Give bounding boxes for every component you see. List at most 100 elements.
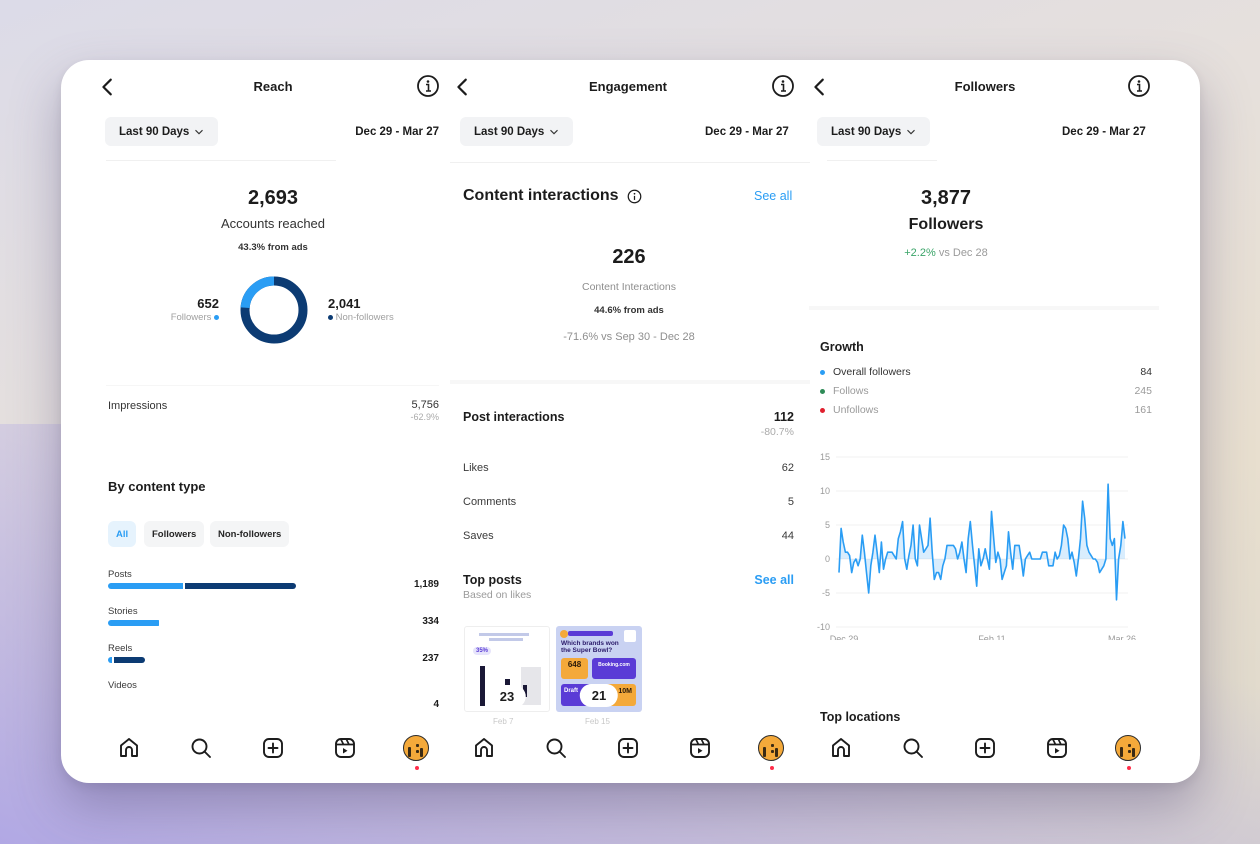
search-icon [546, 738, 566, 758]
by-content-type-title: By content type [108, 479, 206, 494]
growth-line-chart: 15 10 5 0 -5 -10Dec 29 Feb 11 Mar 26 [817, 452, 1136, 640]
impressions-change: -62.9% [410, 412, 439, 422]
ads-note: 43.3% from ads [238, 242, 308, 253]
post-interactions-value: 112 [773, 410, 794, 424]
y-tick-label: 5 [825, 520, 830, 530]
avatar-mark [771, 750, 774, 753]
post-date: Feb 7 [493, 717, 514, 726]
content-type-label: Reels [108, 643, 133, 654]
nav-home-button[interactable] [828, 735, 854, 761]
nav-reels-button[interactable] [1044, 735, 1070, 761]
avatar-mark [420, 748, 423, 757]
saves-value: 44 [781, 530, 794, 542]
likes-label: Likes [463, 462, 489, 474]
content-interactions-heading: Content interactions [463, 187, 642, 205]
content-type-value: 1,189 [413, 579, 439, 590]
info-button[interactable] [771, 74, 795, 98]
section-divider [450, 380, 810, 384]
avatar-mark [1132, 748, 1135, 757]
nav-reels-button[interactable] [687, 735, 713, 761]
thumb-logo [560, 630, 568, 638]
back-button[interactable] [452, 76, 474, 98]
legend-value: 161 [1134, 404, 1152, 416]
info-button[interactable] [1127, 74, 1151, 98]
date-range-dropdown[interactable]: Last 90 Days [817, 117, 931, 146]
back-button[interactable] [809, 76, 831, 98]
avatar-mark [763, 747, 766, 757]
content-type-value: 4 [433, 699, 439, 710]
legend-value: 84 [1140, 366, 1152, 378]
nav-home-button[interactable] [116, 735, 142, 761]
see-all-posts-link[interactable]: See all [754, 573, 794, 587]
profile-avatar[interactable] [758, 735, 784, 761]
nav-create-button[interactable] [972, 735, 998, 761]
legend-label: Follows [833, 385, 869, 397]
info-icon [772, 75, 794, 97]
reels-icon [690, 738, 710, 758]
engagement-panel: Engagement Last 90 Days Dec 29 - Mar 27 … [445, 60, 815, 783]
content-type-label: Stories [108, 606, 138, 617]
create-icon [618, 738, 638, 758]
y-tick-label: 15 [820, 452, 830, 462]
accounts-reached-label: Accounts reached [220, 216, 326, 231]
nav-reels-button[interactable] [332, 735, 358, 761]
nav-search-button[interactable] [543, 735, 569, 761]
ads-note: 44.6% from ads [594, 305, 664, 316]
non-followers-legend: 2,041 Non-followers [328, 296, 438, 323]
growth-legend-item[interactable]: Follows 245 [820, 385, 1152, 397]
nav-home-button[interactable] [471, 735, 497, 761]
info-button[interactable] [416, 74, 440, 98]
bar-segment-non-followers [114, 657, 146, 663]
post-like-count: 23 [487, 685, 527, 708]
nav-search-button[interactable] [188, 735, 214, 761]
date-range-dropdown[interactable]: Last 90 Days [105, 117, 219, 146]
page-title: Followers [954, 79, 1016, 94]
legend-label: Unfollows [833, 404, 879, 416]
filter-chip-followers[interactable]: Followers [144, 521, 205, 547]
thumb-stat: 35% [473, 647, 492, 655]
content-type-bar [108, 583, 296, 589]
info-icon[interactable] [627, 189, 642, 204]
bar-segment-followers [108, 620, 159, 626]
non-followers-dot-icon [328, 314, 333, 320]
profile-avatar[interactable] [403, 735, 429, 761]
back-button[interactable] [97, 76, 119, 98]
followers-count: 3,877 [920, 187, 972, 209]
followers-change-suffix: vs Dec 28 [938, 247, 988, 259]
date-range-text: Dec 29 - Mar 27 [705, 126, 789, 138]
filter-chip-all[interactable]: All [108, 521, 137, 547]
legend-dot-icon [820, 407, 825, 413]
top-post-1[interactable]: 35% 23 [464, 626, 550, 712]
engagement-header: Engagement [445, 72, 815, 102]
nav-create-button[interactable] [260, 735, 286, 761]
growth-legend-item[interactable]: Overall followers 84 [820, 366, 1152, 378]
avatar-mark [771, 744, 774, 747]
thumb-title-bar [479, 633, 529, 636]
post-interactions-change: -80.7% [760, 426, 794, 438]
see-all-link[interactable]: See all [754, 189, 792, 203]
top-post-2[interactable]: Which brands won the Super Bowl? 648 Boo… [556, 626, 642, 712]
content-type-value: 334 [422, 616, 439, 627]
comments-label: Comments [463, 496, 517, 508]
followers-count: 652 [197, 296, 219, 311]
divider [450, 162, 810, 163]
date-range-label: Last 90 Days [119, 125, 190, 138]
date-range-text: Dec 29 - Mar 27 [1062, 126, 1146, 138]
y-tick-label: -10 [817, 622, 830, 632]
bar-segment-followers [108, 583, 184, 589]
date-range-dropdown[interactable]: Last 90 Days [460, 117, 574, 146]
followers-panel: Followers Last 90 Days Dec 29 - Mar 27 3… [802, 60, 1200, 783]
thumb-title-bar [489, 638, 523, 641]
non-followers-label: Non-followers [335, 312, 394, 323]
nav-create-button[interactable] [615, 735, 641, 761]
x-tick-label: Feb 11 [978, 634, 1005, 640]
filter-chip-non-followers[interactable]: Non-followers [210, 521, 290, 547]
chevron-down-icon [907, 129, 916, 134]
avatar-mark [416, 744, 419, 747]
chevron-down-icon [195, 129, 204, 134]
nav-search-button[interactable] [900, 735, 926, 761]
post-date: Feb 15 [585, 717, 610, 726]
growth-legend-item[interactable]: Unfollows 161 [820, 404, 1152, 416]
thumb-banner [568, 631, 613, 636]
profile-avatar[interactable] [1115, 735, 1141, 761]
